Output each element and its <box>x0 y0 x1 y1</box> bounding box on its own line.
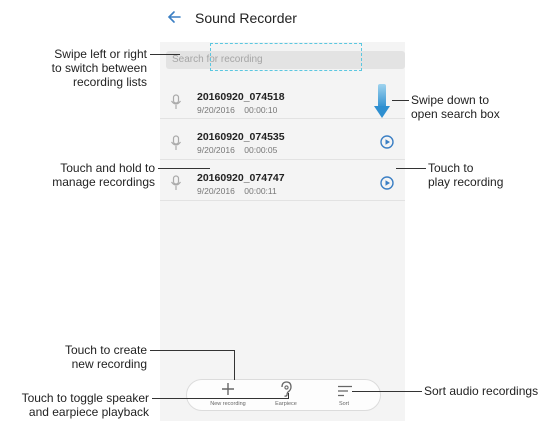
callout-swipe-switch: Swipe left or right to switch between re… <box>4 47 147 89</box>
recording-date: 9/20/2016 <box>197 145 235 155</box>
recording-duration: 00:00:05 <box>244 145 278 155</box>
callout-text: Sort audio recordings <box>424 384 539 398</box>
callout-text: Touch to <box>428 161 474 175</box>
callout-text: play recording <box>428 175 504 189</box>
callout-text: Touch to toggle speaker <box>21 391 149 405</box>
swipe-highlight-box <box>210 43 362 71</box>
microphone-icon <box>170 94 182 110</box>
callout-line <box>158 168 210 169</box>
recording-name: 20160920_074535 <box>197 131 285 143</box>
callout-text: recording lists <box>72 75 147 89</box>
microphone-icon <box>170 135 182 151</box>
callout-sort-audio: Sort audio recordings <box>424 384 551 398</box>
swipe-down-arrow-icon <box>374 84 390 125</box>
callout-text: manage recordings <box>52 175 155 189</box>
sort-button[interactable]: Sort <box>334 401 354 407</box>
callout-line <box>352 391 422 392</box>
back-arrow-icon[interactable] <box>166 9 182 28</box>
callout-text: Swipe left or right <box>54 47 147 61</box>
callout-line <box>288 393 289 399</box>
callout-text: and earpiece playback <box>28 405 149 419</box>
sort-icon[interactable] <box>337 384 353 402</box>
recording-meta: 9/20/2016 00:00:05 <box>197 145 277 155</box>
callout-text: Touch and hold to <box>60 161 155 175</box>
callout-touch-hold: Touch and hold to manage recordings <box>4 161 155 189</box>
earpiece-button[interactable]: Earpiece <box>270 401 302 407</box>
callout-line <box>392 100 409 101</box>
callout-text: Touch to create <box>64 343 147 357</box>
callout-toggle-speaker: Touch to toggle speaker and earpiece pla… <box>0 391 149 419</box>
callout-touch-create: Touch to create new recording <box>4 343 147 371</box>
callout-line <box>152 398 288 399</box>
recording-date: 9/20/2016 <box>197 186 235 196</box>
callout-swipe-down: Swipe down to open search box <box>411 93 547 121</box>
callout-text: new recording <box>71 357 147 371</box>
callout-text: open search box <box>411 107 500 121</box>
microphone-icon <box>170 175 182 191</box>
recording-name: 20160920_074518 <box>197 91 285 103</box>
recording-meta: 9/20/2016 00:00:10 <box>197 105 277 115</box>
recording-meta: 9/20/2016 00:00:11 <box>197 186 277 196</box>
callout-text: Swipe down to <box>411 93 490 107</box>
play-icon[interactable] <box>380 135 394 149</box>
recording-duration: 00:00:11 <box>244 186 277 196</box>
new-recording-button[interactable]: New recording <box>206 401 250 407</box>
callout-line <box>150 350 234 351</box>
callout-line <box>150 54 180 55</box>
callout-line <box>234 350 235 380</box>
recording-name: 20160920_074747 <box>197 172 285 184</box>
play-icon[interactable] <box>380 176 394 190</box>
callout-touch-play: Touch to play recording <box>428 161 543 189</box>
callout-text: to switch between <box>51 61 147 75</box>
recording-duration: 00:00:10 <box>244 105 278 115</box>
app-title: Sound Recorder <box>195 10 297 26</box>
recording-date: 9/20/2016 <box>197 105 235 115</box>
callout-line <box>396 168 426 169</box>
